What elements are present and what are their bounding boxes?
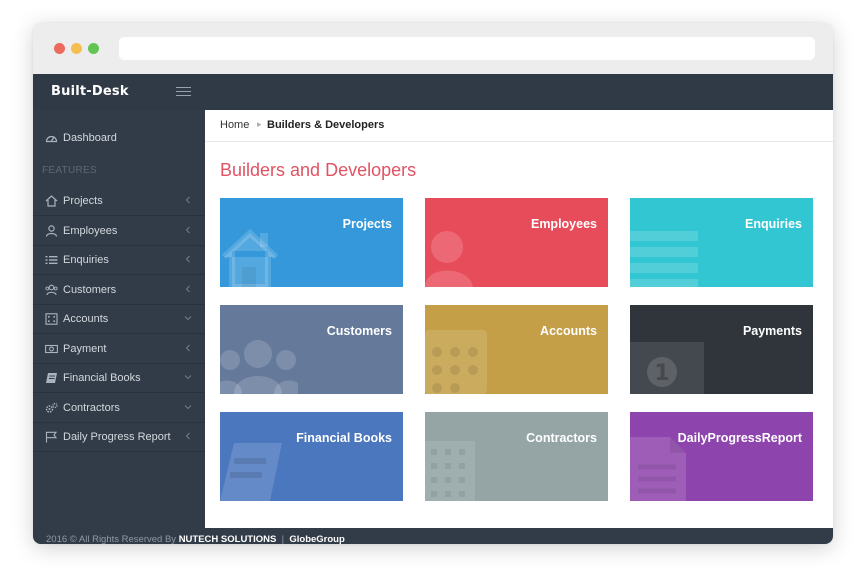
menu-toggle-icon[interactable] (176, 86, 191, 97)
brand-logo[interactable]: Built-Desk (51, 84, 129, 99)
chevron-left-icon (184, 344, 192, 352)
address-bar[interactable] (119, 37, 815, 60)
users-icon (45, 284, 58, 296)
sidebar-item-label: Projects (63, 195, 103, 207)
calculator-icon (45, 313, 58, 325)
sidebar-item-customers[interactable]: Customers (33, 276, 205, 305)
sidebar-item-projects[interactable]: Projects (33, 187, 205, 216)
sidebar-item-employees[interactable]: Employees (33, 217, 205, 246)
footer-divider: | (281, 534, 285, 544)
breadcrumb-separator: ▸ (257, 119, 262, 129)
main-content: Home ▸ Builders & Developers Builders an… (205, 110, 833, 528)
sidebar-section-label: FEATURES (42, 165, 97, 176)
tile-projects[interactable]: Projects (220, 198, 403, 287)
top-navbar: Built-Desk (33, 74, 833, 110)
sidebar: Dashboard FEATURES Projects Employees En… (33, 110, 205, 544)
footer-text: 2016 © All Rights Reserved By NUTECH SOL… (46, 534, 345, 544)
user-icon (425, 225, 485, 287)
calculator-icon (425, 330, 489, 394)
sidebar-item-contractors[interactable]: Contractors (33, 394, 205, 423)
tile-customers[interactable]: Customers (220, 305, 403, 394)
breadcrumb-current: Builders & Developers (267, 119, 385, 131)
tile-label: Contractors (526, 431, 597, 445)
maximize-window-dot[interactable] (88, 43, 99, 54)
chevron-left-icon (184, 255, 192, 263)
footer: 2016 © All Rights Reserved By NUTECH SOL… (33, 528, 833, 544)
browser-window: Built-Desk Dashboard FEATURES Projects E… (33, 23, 833, 544)
cogs-icon (45, 402, 58, 414)
chevron-left-icon (184, 285, 192, 293)
svg-text:1: 1 (654, 361, 669, 386)
home-icon (45, 195, 58, 207)
tile-label: Enquiries (745, 217, 802, 231)
tile-accounts[interactable]: Accounts (425, 305, 608, 394)
tile-contractors[interactable]: Contractors (425, 412, 608, 501)
sidebar-item-label: Payment (63, 343, 107, 355)
footer-copyright: 2016 © All Rights Reserved By (46, 534, 177, 544)
book-icon (45, 372, 58, 384)
tile-label: Payments (742, 324, 802, 338)
sidebar-item-label: Financial Books (63, 372, 141, 384)
file-icon (630, 437, 688, 501)
sidebar-item-daily-progress-report[interactable]: Daily Progress Report (33, 423, 205, 452)
building-icon (425, 441, 477, 501)
footer-company-link[interactable]: NUTECH SOLUTIONS (179, 534, 277, 544)
sidebar-item-financial-books[interactable]: Financial Books (33, 364, 205, 393)
money-icon (45, 343, 58, 355)
tile-label: Customers (326, 324, 392, 338)
tile-label: DailyProgressReport (677, 431, 802, 445)
breadcrumb: Home ▸ Builders & Developers (205, 110, 833, 142)
minimize-window-dot[interactable] (71, 43, 82, 54)
chevron-left-icon (184, 196, 192, 204)
user-icon (45, 225, 58, 237)
tile-employees[interactable]: Employees (425, 198, 608, 287)
sidebar-item-label: Contractors (63, 402, 120, 414)
tile-label: Projects (342, 217, 392, 231)
tile-label: Accounts (540, 324, 597, 338)
chevron-down-icon (184, 373, 192, 381)
tile-daily-progress-report[interactable]: DailyProgressReport (630, 412, 813, 501)
sidebar-item-label: Accounts (63, 313, 109, 325)
tile-payments[interactable]: 1 Payments (630, 305, 813, 394)
close-window-dot[interactable] (54, 43, 65, 54)
chevron-left-icon (184, 226, 192, 234)
money-icon: 1 (630, 338, 706, 394)
sidebar-item-payment[interactable]: Payment (33, 335, 205, 364)
breadcrumb-home-link[interactable]: Home (220, 119, 249, 131)
sidebar-item-label: Dashboard (63, 132, 117, 144)
tile-financial-books[interactable]: Financial Books (220, 412, 403, 501)
home-icon (220, 225, 290, 287)
users-icon (220, 332, 298, 394)
footer-group-link[interactable]: GlobeGroup (289, 534, 344, 544)
sidebar-item-enquiries[interactable]: Enquiries (33, 246, 205, 275)
sidebar-item-dashboard[interactable]: Dashboard (33, 124, 205, 153)
flag-icon (45, 431, 58, 443)
sidebar-item-accounts[interactable]: Accounts (33, 305, 205, 334)
sidebar-item-label: Daily Progress Report (63, 431, 171, 443)
browser-chrome (33, 23, 833, 74)
page-title: Builders and Developers (220, 160, 417, 180)
list-icon (45, 254, 58, 266)
tile-label: Employees (530, 217, 597, 231)
sidebar-item-label: Employees (63, 225, 118, 237)
book-icon (220, 443, 284, 501)
list-icon (630, 229, 700, 287)
chevron-down-icon (184, 403, 192, 411)
chevron-down-icon (184, 314, 192, 322)
sidebar-item-label: Enquiries (63, 254, 109, 266)
tile-label: Financial Books (296, 431, 392, 445)
sidebar-item-label: Customers (63, 284, 117, 296)
dashboard-icon (45, 132, 58, 144)
tile-enquiries[interactable]: Enquiries (630, 198, 813, 287)
chevron-left-icon (184, 432, 192, 440)
